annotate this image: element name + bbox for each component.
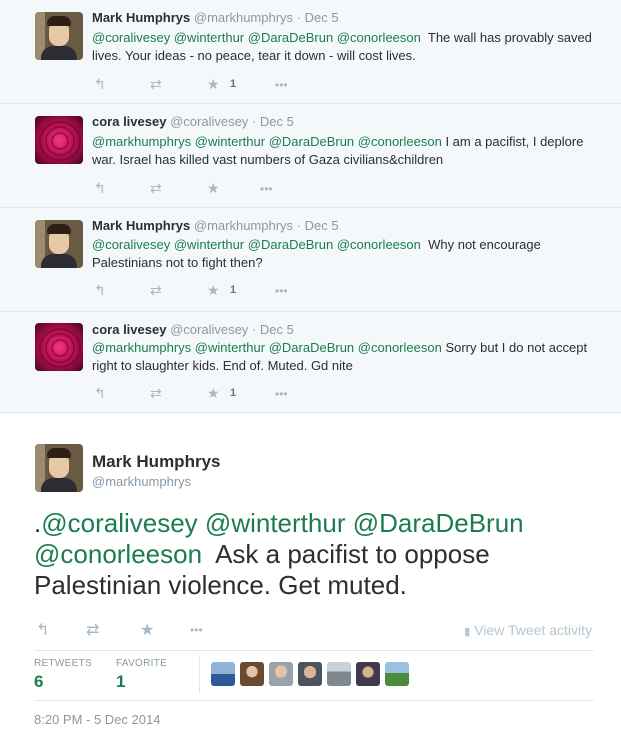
- retweet-icon[interactable]: ⇄: [150, 180, 162, 197]
- more-icon[interactable]: •••: [190, 623, 203, 637]
- mention-link[interactable]: @winterthur: [205, 508, 346, 538]
- mention-link[interactable]: @conorleeson: [337, 237, 421, 252]
- tweet-date[interactable]: Dec 5: [305, 10, 339, 25]
- view-activity-label: View Tweet activity: [474, 622, 592, 638]
- favorite-count: 1: [230, 78, 237, 90]
- favorite-icon[interactable]: ★: [140, 620, 154, 640]
- author-screen-name[interactable]: @coralivesey: [170, 114, 248, 129]
- tweet-text: @markhumphrys @winterthur @DaraDeBrun @c…: [92, 133, 602, 169]
- favoriter-avatar[interactable]: [269, 662, 293, 686]
- reply-icon[interactable]: ↰: [94, 282, 106, 299]
- author-name[interactable]: Mark Humphrys: [92, 452, 220, 472]
- mention-link[interactable]: @conorleeson: [358, 340, 442, 355]
- retweet-icon[interactable]: ⇄: [150, 282, 162, 299]
- favoriter-avatar[interactable]: [211, 662, 235, 686]
- activity-icon: ▮: [464, 626, 471, 638]
- mention-link[interactable]: @winterthur: [195, 340, 265, 355]
- author-screen-name[interactable]: @markhumphrys: [92, 474, 191, 489]
- more-icon[interactable]: •••: [275, 78, 288, 92]
- divider: [34, 650, 594, 651]
- mention-link[interactable]: @coralivesey: [41, 508, 197, 538]
- tweet-header: Mark Humphrys @markhumphrys · Dec 5: [92, 218, 339, 233]
- mention-link[interactable]: @DaraDeBrun: [269, 340, 354, 355]
- favoriter-avatar[interactable]: [240, 662, 264, 686]
- divider: [34, 700, 594, 701]
- mention-link[interactable]: @coralivesey: [92, 30, 170, 45]
- author-name[interactable]: Mark Humphrys: [92, 10, 190, 25]
- tweet-text: @coralivesey @winterthur @DaraDeBrun @co…: [92, 29, 602, 65]
- mention-link[interactable]: @winterthur: [174, 237, 244, 252]
- tweet-date[interactable]: Dec 5: [260, 322, 294, 337]
- divider: [199, 655, 200, 693]
- tweet-timestamp[interactable]: 8:20 PM - 5 Dec 2014: [34, 712, 160, 727]
- author-screen-name[interactable]: @markhumphrys: [194, 10, 293, 25]
- tweet-text: .@coralivesey @winterthur @DaraDeBrun @c…: [34, 508, 594, 601]
- author-name[interactable]: cora livesey: [92, 114, 166, 129]
- avatar[interactable]: [35, 444, 83, 492]
- author-screen-name[interactable]: @markhumphrys: [194, 218, 293, 233]
- mention-link[interactable]: @winterthur: [174, 30, 244, 45]
- reply-icon[interactable]: ↰: [36, 620, 49, 640]
- favorite-icon[interactable]: ★: [207, 282, 220, 299]
- retweets-label: RETWEETS: [34, 658, 92, 669]
- tweet-date[interactable]: Dec 5: [260, 114, 294, 129]
- author-screen-name[interactable]: @coralivesey: [170, 322, 248, 337]
- favorites-count[interactable]: 1: [116, 672, 125, 692]
- favoriter-avatar[interactable]: [385, 662, 409, 686]
- avatar[interactable]: [35, 323, 83, 371]
- tweet-header: cora livesey @coralivesey · Dec 5: [92, 114, 294, 129]
- favoriter-avatar[interactable]: [356, 662, 380, 686]
- avatar[interactable]: [35, 12, 83, 60]
- author-name[interactable]: cora livesey: [92, 322, 166, 337]
- mention-link[interactable]: @conorleeson: [337, 30, 421, 45]
- retweet-icon[interactable]: ⇄: [150, 385, 162, 402]
- reply-icon[interactable]: ↰: [94, 76, 106, 93]
- favorite-icon[interactable]: ★: [207, 76, 220, 93]
- mention-link[interactable]: @DaraDeBrun: [248, 237, 333, 252]
- retweets-count[interactable]: 6: [34, 672, 43, 692]
- mention-link[interactable]: @coralivesey: [92, 237, 170, 252]
- reply-icon[interactable]: ↰: [94, 180, 106, 197]
- view-tweet-activity-link[interactable]: ▮ View Tweet activity: [464, 622, 592, 638]
- favorite-count: 1: [230, 387, 237, 399]
- favorite-count: 1: [230, 284, 237, 296]
- author-name[interactable]: Mark Humphrys: [92, 218, 190, 233]
- tweet-date[interactable]: Dec 5: [305, 218, 339, 233]
- more-icon[interactable]: •••: [260, 182, 273, 196]
- mention-link[interactable]: @markhumphrys: [92, 340, 191, 355]
- avatar[interactable]: [35, 220, 83, 268]
- retweet-icon[interactable]: ⇄: [150, 76, 162, 93]
- reply-tweet[interactable]: Mark Humphrys @markhumphrys · Dec 5 @cor…: [0, 0, 621, 104]
- more-icon[interactable]: •••: [275, 284, 288, 298]
- mention-link[interactable]: @conorleeson: [358, 134, 442, 149]
- tweet-header: cora livesey @coralivesey · Dec 5: [92, 322, 294, 337]
- favorite-icon[interactable]: ★: [207, 385, 220, 402]
- tweet-text: @markhumphrys @winterthur @DaraDeBrun @c…: [92, 339, 602, 375]
- favorite-icon[interactable]: ★: [207, 180, 220, 197]
- mention-link[interactable]: @markhumphrys: [92, 134, 191, 149]
- tweet-header: Mark Humphrys @markhumphrys · Dec 5: [92, 10, 339, 25]
- reply-icon[interactable]: ↰: [94, 385, 106, 402]
- mention-link[interactable]: @DaraDeBrun: [269, 134, 354, 149]
- mention-link[interactable]: @winterthur: [195, 134, 265, 149]
- mention-link[interactable]: @DaraDeBrun: [248, 30, 333, 45]
- mention-link[interactable]: @conorleeson: [34, 539, 202, 569]
- retweet-icon[interactable]: ⇄: [86, 620, 99, 640]
- reply-tweet[interactable]: cora livesey @coralivesey · Dec 5 @markh…: [0, 104, 621, 208]
- reply-tweet[interactable]: Mark Humphrys @markhumphrys · Dec 5 @cor…: [0, 208, 621, 312]
- reply-tweet[interactable]: cora livesey @coralivesey · Dec 5 @markh…: [0, 312, 621, 413]
- avatar[interactable]: [35, 116, 83, 164]
- more-icon[interactable]: •••: [275, 387, 288, 401]
- tweet-text: @coralivesey @winterthur @DaraDeBrun @co…: [92, 236, 602, 272]
- favoriter-avatar[interactable]: [327, 662, 351, 686]
- mention-link[interactable]: @DaraDeBrun: [353, 508, 524, 538]
- favoriter-avatar[interactable]: [298, 662, 322, 686]
- favorites-label: FAVORITE: [116, 658, 168, 669]
